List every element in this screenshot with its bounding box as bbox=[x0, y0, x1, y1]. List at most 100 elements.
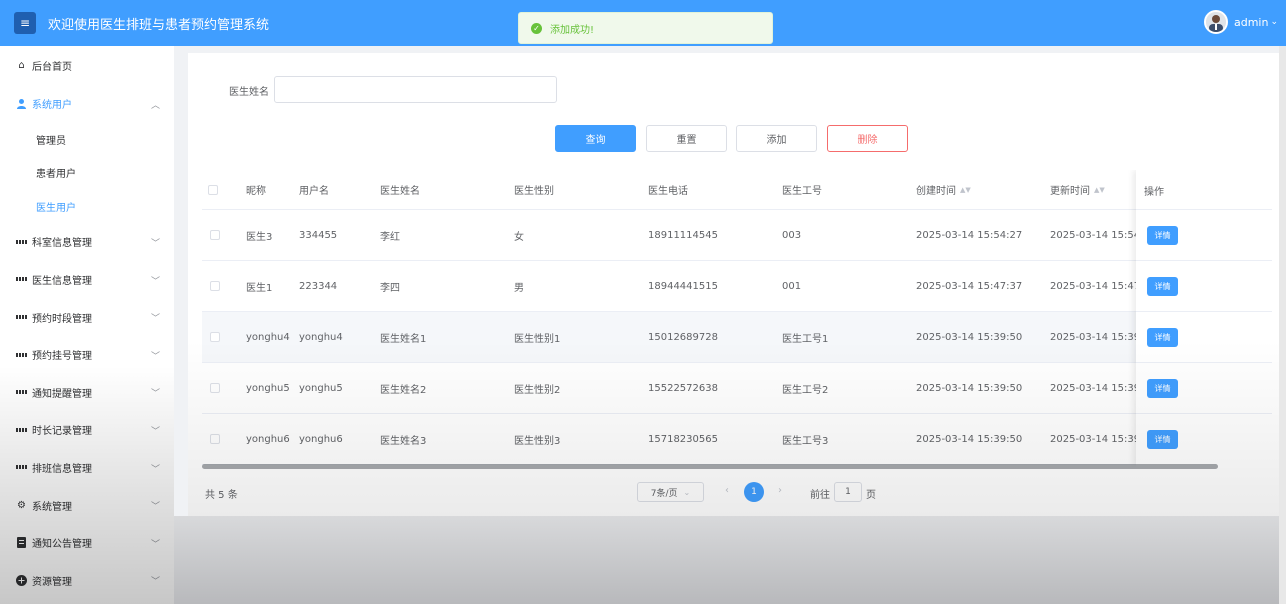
cell-created: 2025-03-14 15:39:50 bbox=[916, 331, 1023, 343]
prev-page-icon[interactable]: ‹ bbox=[725, 485, 729, 496]
cell-gender: 医生性别3 bbox=[514, 435, 561, 447]
cell-phone: 15718230565 bbox=[648, 433, 718, 445]
cell-username: 334455 bbox=[299, 229, 338, 241]
cell-job-no: 医生工号2 bbox=[782, 384, 829, 396]
cell-gender: 医生性别1 bbox=[514, 333, 561, 345]
sidebar-item-label: 科室信息管理 bbox=[32, 238, 92, 250]
sort-icon: ▲▼ bbox=[1094, 185, 1105, 194]
hamburger-icon[interactable]: ≡ bbox=[14, 12, 36, 34]
page-number[interactable]: 1 bbox=[744, 482, 764, 502]
cell-nickname: 医生1 bbox=[246, 282, 273, 294]
cell-nickname: 医生3 bbox=[246, 231, 273, 243]
sidebar-item-label: 通知公告管理 bbox=[32, 539, 92, 551]
cell-created: 2025-03-14 15:39:50 bbox=[916, 433, 1023, 445]
sidebar-item-time-slots[interactable]: 预约时段管理 ﹀ bbox=[0, 298, 174, 336]
pagination: 共 5 条 7条/页 ⌄ ‹ 1 › 前往 1 页 bbox=[188, 479, 1286, 505]
cell-nickname: yonghu5 bbox=[246, 382, 290, 394]
row-checkbox[interactable] bbox=[210, 332, 220, 342]
row-checkbox[interactable] bbox=[210, 281, 220, 291]
sidebar-item-label: 医生信息管理 bbox=[32, 275, 92, 287]
doctor-name-search-input[interactable] bbox=[274, 76, 557, 103]
document-icon bbox=[16, 537, 27, 549]
sidebar-item-label: 后台首页 bbox=[32, 62, 72, 73]
sidebar-item-label: 资源管理 bbox=[32, 576, 72, 588]
detail-button[interactable]: 详情 bbox=[1147, 226, 1178, 245]
page-size-value: 7条/页 bbox=[650, 488, 678, 499]
cell-username: yonghu5 bbox=[299, 382, 343, 394]
select-all-checkbox[interactable] bbox=[208, 184, 218, 195]
grid-icon bbox=[16, 387, 27, 398]
cell-phone: 15522572638 bbox=[648, 382, 718, 394]
vertical-scrollbar[interactable] bbox=[1279, 46, 1286, 604]
sidebar-subitem-admin[interactable]: 管理员 bbox=[0, 123, 174, 157]
sidebar-item-schedule[interactable]: 排班信息管理 ﹀ bbox=[0, 449, 174, 487]
grid-icon bbox=[16, 274, 27, 285]
goto-prefix: 前往 bbox=[810, 490, 830, 501]
row-checkbox[interactable] bbox=[210, 383, 220, 393]
chevron-down-icon: ﹀ bbox=[150, 314, 160, 325]
row-checkbox[interactable] bbox=[210, 230, 220, 240]
sidebar-subitem-doctor-users[interactable]: 医生用户 bbox=[0, 190, 174, 224]
sidebar-item-announcement[interactable]: 通知公告管理 ﹀ bbox=[0, 524, 174, 562]
chevron-down-icon: ﹀ bbox=[150, 389, 160, 400]
goto-page-input[interactable]: 1 bbox=[834, 482, 862, 502]
cell-created: 2025-03-14 15:54:27 bbox=[916, 229, 1023, 241]
cell-created: 2025-03-14 15:39:50 bbox=[916, 382, 1023, 394]
page-size-select[interactable]: 7条/页 ⌄ bbox=[637, 482, 704, 502]
user-menu[interactable]: admin ⌄ bbox=[1203, 10, 1278, 34]
detail-button[interactable]: 详情 bbox=[1147, 277, 1178, 296]
table-header: 昵称 用户名 医生姓名 医生性别 医生电话 医生工号 创建时间 ▲▼ 更新时间 ▲▼ bbox=[202, 170, 1272, 210]
app-title: 欢迎使用医生排班与患者预约管理系统 bbox=[48, 17, 270, 33]
background-area bbox=[174, 516, 1286, 604]
detail-button[interactable]: 详情 bbox=[1147, 430, 1178, 449]
sidebar-item-home[interactable]: ⌂ 后台首页 bbox=[0, 46, 174, 85]
cell-job-no: 003 bbox=[782, 229, 802, 241]
cell-updated: 2025-03-14 15:47:3 bbox=[1050, 280, 1150, 292]
plus-circle-icon bbox=[16, 574, 27, 586]
reset-button[interactable]: 重置 bbox=[646, 125, 727, 152]
sidebar-item-notification[interactable]: 通知提醒管理 ﹀ bbox=[0, 373, 174, 411]
col-created[interactable]: 创建时间 ▲▼ bbox=[916, 170, 971, 209]
sidebar-item-system-users[interactable]: 系统用户 ︿ bbox=[0, 85, 174, 123]
sidebar-item-registration[interactable]: 预约挂号管理 ﹀ bbox=[0, 336, 174, 374]
chevron-down-icon: ﹀ bbox=[150, 577, 160, 588]
cell-job-no: 001 bbox=[782, 280, 802, 292]
delete-button[interactable]: 删除 bbox=[827, 125, 908, 152]
chevron-down-icon: ﹀ bbox=[150, 239, 160, 250]
detail-button[interactable]: 详情 bbox=[1147, 379, 1178, 398]
sidebar-item-label: 预约时段管理 bbox=[32, 313, 92, 325]
detail-button[interactable]: 详情 bbox=[1147, 328, 1178, 347]
row-checkbox[interactable] bbox=[210, 434, 220, 444]
user-icon bbox=[16, 98, 27, 110]
horizontal-scrollbar[interactable] bbox=[202, 464, 1218, 469]
cell-doctor-name: 医生姓名1 bbox=[380, 333, 427, 345]
operation-column: 操作 详情 详情 详情 详情 详情 bbox=[1136, 170, 1272, 467]
table-row: yonghu6 yonghu6 医生姓名3 医生性别3 15718230565 … bbox=[202, 414, 1272, 465]
query-button[interactable]: 查询 bbox=[555, 125, 636, 152]
main-panel: 医生姓名 查询 重置 添加 删除 昵称 用户名 医生姓名 医生性别 医生电话 医… bbox=[188, 53, 1286, 516]
sidebar-subitem-patient-users[interactable]: 患者用户 bbox=[0, 156, 174, 190]
cell-username: yonghu4 bbox=[299, 331, 343, 343]
sidebar-item-system-management[interactable]: ⚙ 系统管理 ﹀ bbox=[0, 486, 174, 524]
cell-job-no: 医生工号3 bbox=[782, 435, 829, 447]
cell-gender: 医生性别2 bbox=[514, 384, 561, 396]
col-updated[interactable]: 更新时间 ▲▼ bbox=[1050, 170, 1105, 209]
table-row: 医生3 334455 李红 女 18911114545 003 2025-03-… bbox=[202, 210, 1272, 261]
username: admin bbox=[1233, 15, 1269, 29]
sidebar-item-doctor-info[interactable]: 医生信息管理 ﹀ bbox=[0, 261, 174, 299]
cell-doctor-name: 李四 bbox=[380, 282, 400, 294]
cell-gender: 女 bbox=[514, 231, 524, 243]
sidebar-item-department[interactable]: 科室信息管理 ﹀ bbox=[0, 223, 174, 261]
gear-icon: ⚙ bbox=[17, 499, 26, 511]
add-button[interactable]: 添加 bbox=[736, 125, 817, 152]
grid-icon bbox=[16, 349, 27, 360]
cell-updated: 2025-03-14 15:39:5 bbox=[1050, 331, 1150, 343]
sidebar-item-duration[interactable]: 时长记录管理 ﹀ bbox=[0, 411, 174, 449]
sidebar-item-resource[interactable]: 资源管理 ﹀ bbox=[0, 561, 174, 599]
sidebar-item-label: 通知提醒管理 bbox=[32, 388, 92, 400]
next-page-icon[interactable]: › bbox=[778, 485, 782, 496]
grid-icon bbox=[16, 424, 27, 435]
col-phone: 医生电话 bbox=[648, 186, 688, 197]
success-toast: ✓ 添加成功! bbox=[518, 12, 773, 44]
cell-updated: 2025-03-14 15:54:2 bbox=[1050, 229, 1150, 241]
